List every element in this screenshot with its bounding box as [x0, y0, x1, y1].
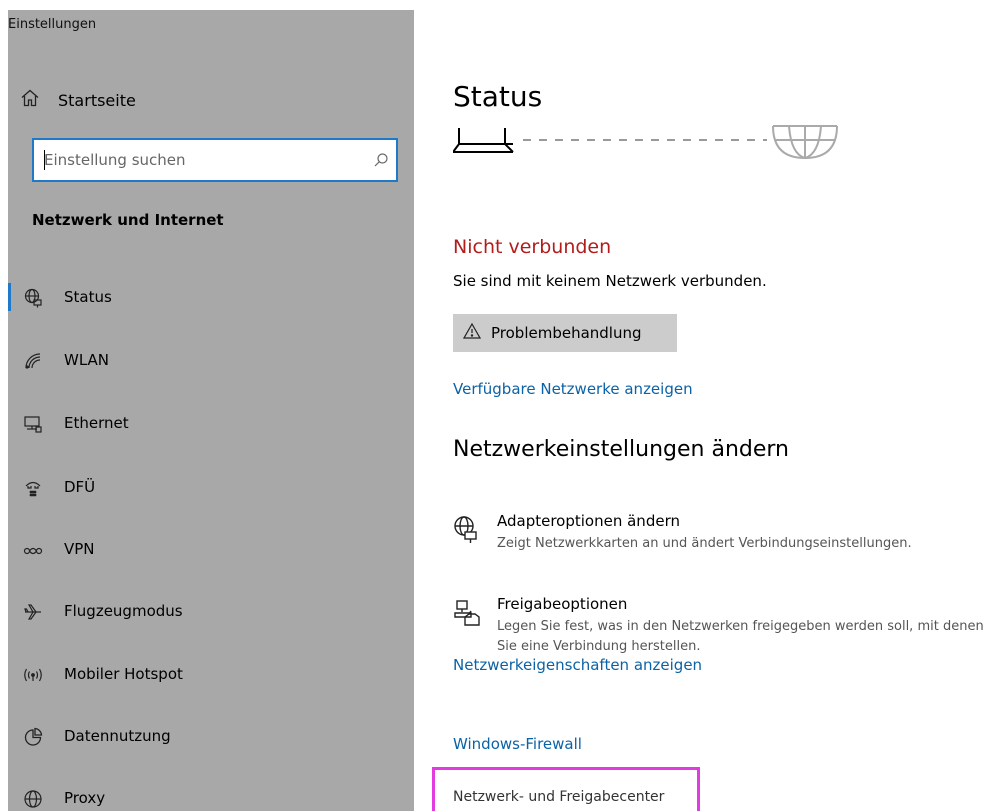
warning-icon — [462, 322, 482, 343]
adapter-options-item[interactable]: Adapteroptionen ändern Zeigt Netzwerkkar… — [453, 512, 1005, 568]
network-adapter-icon — [453, 516, 481, 544]
vpn-icon — [22, 539, 44, 561]
text-caret — [44, 150, 45, 170]
page-title: Status — [453, 80, 543, 113]
sidebar-item-vpn[interactable]: VPN — [8, 529, 414, 569]
sharing-icon — [453, 599, 481, 627]
sharing-options-item[interactable]: Freigabeoptionen Legen Sie fest, was in … — [453, 595, 1005, 654]
sidebar: Einstellungen Startseite Netzwerk und In… — [8, 10, 414, 811]
connection-status-description: Sie sind mit keinem Netzwerk verbunden. — [453, 272, 767, 290]
data-usage-icon — [22, 726, 44, 748]
sidebar-item-status[interactable]: Status — [8, 277, 414, 317]
sidebar-item-label: VPN — [64, 540, 95, 558]
connection-status: Nicht verbunden — [453, 236, 612, 258]
sidebar-item-label: Mobiler Hotspot — [64, 665, 183, 683]
sidebar-item-label: Flugzeugmodus — [64, 602, 183, 620]
globe-network-icon — [22, 287, 44, 309]
sidebar-item-label: DFÜ — [64, 478, 96, 496]
internet-globe-icon — [772, 125, 838, 160]
main-content: Status Nicht verbunden Sie sind mit kein… — [453, 0, 1005, 811]
sidebar-item-label: Ethernet — [64, 414, 129, 432]
home-icon — [20, 88, 40, 112]
window-title: Einstellungen — [8, 17, 97, 32]
sidebar-item-ethernet[interactable]: Ethernet — [8, 403, 414, 443]
sidebar-item-label: WLAN — [64, 351, 110, 369]
dialup-icon — [22, 477, 44, 499]
change-settings-heading: Netzwerkeinstellungen ändern — [453, 437, 789, 462]
sidebar-item-label: Datennutzung — [64, 727, 171, 745]
connection-diagram — [453, 125, 838, 160]
section-heading: Netzwerk und Internet — [32, 211, 224, 229]
sidebar-item-data-usage[interactable]: Datennutzung — [8, 716, 414, 756]
pc-icon — [453, 128, 514, 153]
troubleshoot-label: Problembehandlung — [491, 324, 642, 342]
sidebar-item-label: Proxy — [64, 789, 106, 807]
sidebar-item-mobile-hotspot[interactable]: Mobiler Hotspot — [8, 654, 414, 694]
windows-firewall-link[interactable]: Windows-Firewall — [453, 735, 582, 753]
available-networks-link[interactable]: Verfügbare Netzwerke anzeigen — [453, 380, 693, 398]
hotspot-icon — [22, 664, 44, 686]
network-properties-link[interactable]: Netzwerkeigenschaften anzeigen — [453, 656, 702, 674]
sidebar-item-airplane-mode[interactable]: Flugzeugmodus — [8, 591, 414, 631]
home-label: Startseite — [58, 90, 136, 110]
option-description: Legen Sie fest, was in den Netzwerken fr… — [497, 619, 984, 654]
sidebar-item-dfue[interactable]: DFÜ — [8, 467, 414, 507]
ethernet-icon — [22, 413, 44, 435]
sidebar-item-wlan[interactable]: WLAN — [8, 340, 414, 380]
search-box[interactable] — [32, 138, 398, 182]
sidebar-item-label: Status — [64, 288, 112, 306]
sidebar-item-proxy[interactable]: Proxy — [8, 778, 414, 811]
home-nav-item[interactable]: Startseite — [20, 88, 136, 112]
search-input[interactable] — [34, 140, 366, 180]
selected-indicator — [8, 283, 11, 311]
network-sharing-center-link[interactable]: Netzwerk- und Freigabecenter — [453, 789, 664, 805]
search-icon[interactable] — [366, 152, 396, 168]
airplane-icon — [22, 601, 44, 623]
wifi-icon — [22, 350, 44, 372]
option-description: Zeigt Netzwerkkarten an und ändert Verbi… — [497, 536, 912, 551]
globe-icon — [22, 788, 44, 810]
option-title: Freigabeoptionen — [497, 595, 628, 613]
troubleshoot-button[interactable]: Problembehandlung — [453, 314, 677, 352]
option-title: Adapteroptionen ändern — [497, 512, 680, 530]
